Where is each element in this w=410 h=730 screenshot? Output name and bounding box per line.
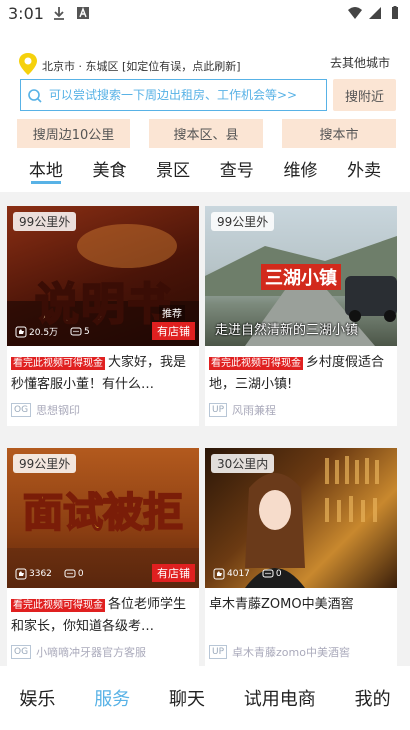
- signal-icon: [369, 7, 381, 19]
- wifi-icon: [348, 7, 362, 19]
- status-time: 3:01: [8, 4, 44, 23]
- video-card[interactable]: 30公里内 4017 0 卓木青藤ZOMO中美酒窖 UP 卓木青藤zomo中美酒窖: [205, 448, 397, 666]
- video-card[interactable]: 99公里外 面试被拒 3362 0 有店铺 看完此视频可得现金 各位老师学生和家长…: [7, 448, 199, 666]
- quick-search-city[interactable]: 搜本市: [282, 119, 396, 148]
- like-count: 4017: [227, 569, 250, 579]
- comment-count: 5: [84, 326, 90, 337]
- location-pin-icon[interactable]: [18, 52, 38, 76]
- distance-badge: 99公里外: [13, 212, 77, 231]
- thumbnail-caption: 走进自然清新的三湖小镇: [215, 323, 359, 338]
- search-nearby-button[interactable]: 搜附近: [333, 79, 396, 111]
- author-name: 小嘀嘀冲牙器官方客服: [36, 646, 147, 659]
- thumbnail-headline: 面试被拒: [22, 489, 184, 537]
- quick-search-district[interactable]: 搜本区、县: [149, 119, 263, 148]
- comment-icon: [262, 569, 274, 578]
- tab-lookup-number[interactable]: 查号: [220, 152, 254, 188]
- nav-profile[interactable]: 我的: [355, 685, 391, 711]
- nav-chat[interactable]: 聊天: [169, 685, 205, 711]
- comment-icon: [64, 569, 76, 578]
- video-author[interactable]: UP 风雨兼程: [205, 396, 397, 426]
- author-tag: UP: [209, 645, 228, 659]
- nav-services[interactable]: 服务: [94, 685, 130, 711]
- download-icon: [54, 7, 64, 20]
- tab-takeout[interactable]: 外卖: [347, 152, 381, 188]
- tab-food[interactable]: 美食: [92, 152, 126, 188]
- comment-icon: [70, 327, 82, 335]
- nav-entertainment[interactable]: 娱乐: [19, 685, 55, 711]
- tab-local[interactable]: 本地: [29, 152, 63, 188]
- video-thumbnail[interactable]: 99公里外 说明书 推荐 20.5万 5 有店铺: [7, 206, 199, 346]
- video-title[interactable]: 看完此视频可得现金 各位老师学生和家长，你知道各级考…: [7, 588, 199, 638]
- like-icon: [15, 568, 27, 580]
- thumbnail-headline: 三湖小镇: [261, 264, 341, 290]
- video-author[interactable]: OG 思想钢印: [7, 396, 199, 426]
- category-tabs: 本地 美食 景区 查号 维修 外卖: [0, 152, 410, 188]
- video-stats: 20.5万 5: [15, 325, 90, 338]
- comment-count: 0: [77, 569, 84, 579]
- search-icon: [28, 89, 42, 103]
- video-thumbnail[interactable]: 30公里内 4017 0: [205, 448, 397, 588]
- video-card[interactable]: 99公里外 说明书 推荐 20.5万 5 有店铺 看完此视频可得现金 大家好，我是…: [7, 206, 199, 426]
- location-row: 北京市 · 东城区 [如定位有误，点此刷新] 去其他城市: [18, 52, 398, 76]
- author-tag: OG: [11, 645, 32, 659]
- video-feed[interactable]: 99公里外 说明书 推荐 20.5万 5 有店铺 看完此视频可得现金 大家好，我是…: [0, 192, 410, 666]
- shop-badge[interactable]: 有店铺: [152, 322, 195, 340]
- recommend-tag: 推荐: [159, 305, 185, 320]
- video-author[interactable]: UP 卓木青藤zomo中美酒窖: [205, 638, 397, 666]
- quick-search-row: 搜周边10公里 搜本区、县 搜本市: [0, 119, 410, 149]
- tab-scenic[interactable]: 景区: [156, 152, 190, 188]
- distance-badge: 30公里内: [211, 454, 275, 473]
- video-author[interactable]: OG 小嘀嘀冲牙器官方客服: [7, 638, 199, 666]
- video-thumbnail[interactable]: 99公里外 面试被拒 3362 0 有店铺: [7, 448, 199, 588]
- video-title[interactable]: 看完此视频可得现金 乡村度假适合地，三湖小镇!: [205, 346, 397, 396]
- video-thumbnail[interactable]: 99公里外 三湖小镇 走进自然清新的三湖小镇: [205, 206, 397, 346]
- other-city-link[interactable]: 去其他城市: [330, 54, 390, 71]
- app-a-icon: [77, 7, 89, 19]
- like-icon: [213, 568, 225, 580]
- video-stats: 4017 0: [213, 568, 282, 580]
- distance-badge: 99公里外: [211, 212, 275, 231]
- author-name: 思想钢印: [36, 404, 81, 417]
- video-stats: 3362 0: [15, 568, 84, 580]
- distance-badge: 99公里外: [13, 454, 77, 473]
- video-title[interactable]: 看完此视频可得现金 大家好，我是秒懂客服小董！有什么…: [7, 346, 199, 396]
- like-count: 3362: [29, 569, 52, 579]
- author-tag: OG: [11, 403, 32, 417]
- status-bar: 3:01: [0, 0, 410, 28]
- video-card[interactable]: 99公里外 三湖小镇 走进自然清新的三湖小镇 看完此视频可得现金 乡村度假适合地，…: [205, 206, 397, 426]
- promo-tag: 看完此视频可得现金: [11, 357, 105, 370]
- battery-icon: [392, 6, 398, 19]
- comment-count: 0: [275, 569, 282, 579]
- tab-repair[interactable]: 维修: [283, 152, 317, 188]
- like-icon: [15, 326, 27, 337]
- video-title-text: 卓木青藤ZOMO中美酒窖: [209, 597, 354, 612]
- author-name: 卓木青藤zomo中美酒窖: [232, 646, 350, 659]
- promo-tag: 看完此视频可得现金: [209, 357, 303, 370]
- search-input[interactable]: [49, 80, 325, 110]
- location-text[interactable]: 北京市 · 东城区 [如定位有误，点此刷新]: [42, 58, 241, 74]
- quick-search-10km[interactable]: 搜周边10公里: [17, 119, 130, 148]
- video-title[interactable]: 卓木青藤ZOMO中美酒窖: [205, 588, 397, 638]
- like-count: 20.5万: [29, 328, 59, 338]
- author-name: 风雨兼程: [232, 404, 277, 417]
- nav-trial-ecommerce[interactable]: 试用电商: [244, 685, 316, 711]
- bottom-nav: 娱乐 服务 聊天 试用电商 我的: [0, 666, 410, 730]
- author-tag: UP: [209, 403, 228, 417]
- promo-tag: 看完此视频可得现金: [11, 599, 105, 612]
- shop-badge[interactable]: 有店铺: [152, 564, 195, 582]
- search-box[interactable]: [20, 79, 327, 111]
